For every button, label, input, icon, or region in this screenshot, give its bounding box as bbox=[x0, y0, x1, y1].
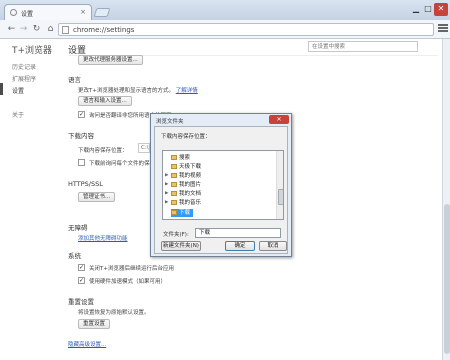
toolbar: ← → ↻ ⌂ chrome://settings bbox=[0, 20, 450, 39]
learn-more-link[interactable]: 了解详情 bbox=[176, 88, 198, 94]
folder-node-selected[interactable]: 下载 bbox=[171, 209, 194, 217]
tab-close-icon[interactable]: × bbox=[80, 8, 86, 16]
minimize-button[interactable]: ▁ bbox=[410, 3, 422, 16]
dialog-prompt: 下载内容保存位置： bbox=[161, 134, 211, 140]
tab-settings[interactable]: 设置 × bbox=[4, 4, 92, 20]
forward-arrow-icon[interactable]: → bbox=[18, 24, 29, 35]
folder-icon bbox=[171, 191, 177, 196]
maximize-button[interactable]: □ bbox=[422, 3, 434, 16]
tree-scrollbar-thumb[interactable] bbox=[278, 189, 283, 205]
accessibility-link[interactable]: 添加其他无障碍功能 bbox=[78, 234, 128, 242]
active-indicator bbox=[0, 83, 3, 95]
reset-settings-button[interactable]: 重置设置 bbox=[78, 319, 111, 329]
folder-node-label: 下载 bbox=[179, 210, 191, 216]
folder-icon bbox=[171, 182, 177, 187]
sidebar: T+浏览器 历史记录 扩展程序 设置 关于 bbox=[0, 39, 60, 360]
back-arrow-icon[interactable]: ← bbox=[6, 24, 17, 35]
folder-node[interactable]: 天极下载 bbox=[171, 163, 201, 171]
hide-advanced-link[interactable]: 隐藏高级设置... bbox=[68, 340, 106, 348]
language-description: 更改T+浏览器处理和显示语言的方式。 了解详情 bbox=[78, 86, 198, 94]
manage-certificates-button[interactable]: 管理证书... bbox=[78, 192, 116, 202]
url-text: chrome://settings bbox=[73, 26, 135, 34]
gear-icon bbox=[10, 9, 17, 16]
folder-icon bbox=[171, 210, 177, 215]
folder-node-label: 我的文档 bbox=[179, 191, 202, 197]
folder-icon bbox=[171, 173, 177, 178]
hardware-acceleration-checkbox[interactable]: ✓ bbox=[78, 277, 85, 284]
hardware-acceleration-label: 使用硬件加速模式（如果可用） bbox=[89, 279, 167, 285]
folder-node-label: 我的视频 bbox=[179, 173, 202, 179]
menu-icon[interactable] bbox=[438, 24, 448, 34]
page-scrollbar[interactable] bbox=[442, 39, 450, 360]
folder-node-label: 天极下载 bbox=[179, 164, 202, 170]
sidebar-item-history[interactable]: 历史记录 bbox=[12, 62, 36, 71]
dialog-title: 浏览文件夹 bbox=[156, 119, 184, 125]
folder-input[interactable]: 下载 bbox=[195, 228, 281, 238]
folder-icon bbox=[171, 164, 177, 169]
folder-node[interactable]: ▶ 我的音乐 bbox=[165, 199, 202, 207]
ok-button[interactable]: 确定 bbox=[225, 241, 255, 251]
address-bar[interactable]: chrome://settings bbox=[58, 23, 434, 36]
reload-icon[interactable]: ↻ bbox=[31, 24, 42, 35]
close-window-button[interactable]: ✕ bbox=[434, 3, 448, 16]
sidebar-item-about[interactable]: 关于 bbox=[12, 110, 24, 119]
new-tab-button[interactable] bbox=[93, 8, 111, 17]
folder-node-label: 搜索 bbox=[179, 155, 191, 161]
app-title: T+浏览器 bbox=[12, 46, 53, 56]
language-description-text: 更改T+浏览器处理和显示语言的方式。 bbox=[78, 88, 174, 94]
cancel-button[interactable]: 取消 bbox=[259, 241, 287, 251]
folder-tree[interactable]: 搜索 天极下载 ▶ 我的视频 ▶ 我的图片 ▶ 我的文档 ▶ 我的音乐 下载 bbox=[162, 150, 284, 220]
folder-node[interactable]: ▶ 我的图片 bbox=[165, 181, 202, 189]
system-heading: 系统 bbox=[68, 252, 81, 260]
download-location-label: 下载内容保存位置： bbox=[78, 148, 128, 154]
folder-node[interactable]: ▶ 我的视频 bbox=[165, 172, 202, 180]
home-icon[interactable]: ⌂ bbox=[45, 24, 56, 35]
background-apps-label: 关闭T+浏览器后继续运行后台应用 bbox=[89, 266, 174, 272]
background-apps-checkbox[interactable]: ✓ bbox=[78, 264, 85, 271]
expand-arrow-icon[interactable]: ▶ bbox=[165, 199, 168, 207]
folder-label: 文件夹(F): bbox=[163, 232, 189, 238]
folder-node[interactable]: ▶ 我的文档 bbox=[165, 190, 202, 198]
download-location-field[interactable]: C:\Users\Administrator\Downloads bbox=[138, 143, 150, 153]
page-icon bbox=[62, 26, 69, 34]
sidebar-item-extensions[interactable]: 扩展程序 bbox=[12, 74, 36, 83]
accessibility-heading: 无障碍 bbox=[68, 224, 88, 232]
folder-node-label: 我的音乐 bbox=[179, 200, 202, 206]
https-heading: HTTPS/SSL bbox=[68, 180, 103, 188]
reset-heading: 重置设置 bbox=[68, 298, 94, 306]
expand-arrow-icon[interactable]: ▶ bbox=[165, 181, 168, 189]
dialog-close-button[interactable]: ✕ bbox=[269, 115, 289, 124]
folder-icon bbox=[171, 200, 177, 205]
folder-node-label: 我的图片 bbox=[179, 182, 202, 188]
proxy-settings-button[interactable]: 更改代理服务器设置... bbox=[78, 55, 143, 65]
reset-description: 将设置恢复为原始默认设置。 bbox=[78, 310, 150, 316]
language-heading: 语言 bbox=[68, 76, 81, 84]
browse-folder-dialog: 浏览文件夹 ✕ 下载内容保存位置： 搜索 天极下载 ▶ 我的视频 ▶ 我的图片 ▶ 我… bbox=[150, 113, 292, 257]
sidebar-item-settings[interactable]: 设置 bbox=[12, 86, 24, 95]
translate-checkbox[interactable]: ✓ bbox=[78, 111, 85, 118]
language-input-button[interactable]: 语言和输入设置... bbox=[78, 96, 132, 106]
expand-arrow-icon[interactable]: ▶ bbox=[165, 190, 168, 198]
tree-scrollbar[interactable] bbox=[276, 151, 283, 219]
new-folder-button[interactable]: 新建文件夹(N) bbox=[161, 241, 201, 251]
title-bar: 设置 × ▁ □ ✕ bbox=[0, 0, 450, 20]
page-scrollbar-thumb[interactable] bbox=[444, 204, 450, 354]
folder-node[interactable]: 搜索 bbox=[171, 154, 190, 162]
ask-location-checkbox[interactable] bbox=[78, 159, 85, 166]
tab-title: 设置 bbox=[21, 11, 34, 18]
downloads-heading: 下载内容 bbox=[68, 132, 94, 140]
expand-arrow-icon[interactable]: ▶ bbox=[165, 172, 168, 180]
settings-search-input[interactable] bbox=[308, 41, 418, 52]
folder-icon bbox=[171, 155, 177, 160]
dialog-body: 下载内容保存位置： 搜索 天极下载 ▶ 我的视频 ▶ 我的图片 ▶ 我的文档 ▶ 我的音… bbox=[154, 126, 288, 254]
